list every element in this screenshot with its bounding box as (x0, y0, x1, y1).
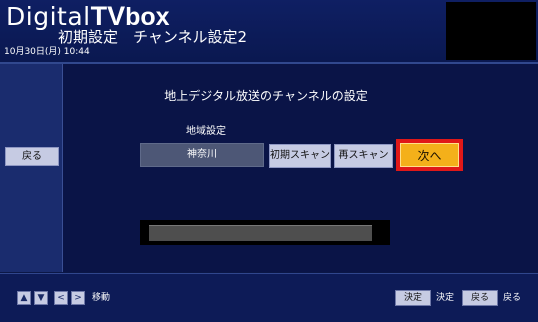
back-key[interactable]: 戻る (462, 290, 498, 306)
rescan-button[interactable]: 再スキャン (334, 144, 393, 168)
next-button[interactable]: 次へ (396, 139, 463, 171)
decide-key[interactable]: 決定 (395, 290, 431, 306)
page-title: 初期設定 チャンネル設定2 (58, 28, 248, 46)
move-label: 移動 (92, 293, 111, 303)
next-button-label: 次へ (400, 143, 459, 167)
scan-progress-bar (149, 225, 372, 241)
back-button[interactable]: 戻る (5, 147, 59, 166)
left-panel (0, 64, 63, 272)
left-arrow-icon[interactable]: < (54, 291, 68, 305)
header-bar: DigitalTVbox 初期設定 チャンネル設定2 10月30日(月) 10:… (0, 0, 538, 64)
right-arrow-icon[interactable]: > (71, 291, 85, 305)
video-preview (446, 2, 536, 60)
decide-label: 決定 (436, 293, 455, 303)
area-setting-label: 地域設定 (186, 126, 226, 137)
section-heading: 地上デジタル放送のチャンネルの設定 (164, 89, 368, 103)
back-label: 戻る (503, 293, 522, 303)
date-time: 10月30日(月) 10:44 (4, 47, 90, 57)
up-arrow-icon[interactable]: ▲ (17, 291, 31, 305)
scan-progress (140, 220, 390, 245)
down-arrow-icon[interactable]: ▼ (34, 291, 48, 305)
area-setting-field[interactable]: 神奈川 (140, 143, 264, 167)
initial-scan-button[interactable]: 初期スキャン (269, 144, 331, 168)
